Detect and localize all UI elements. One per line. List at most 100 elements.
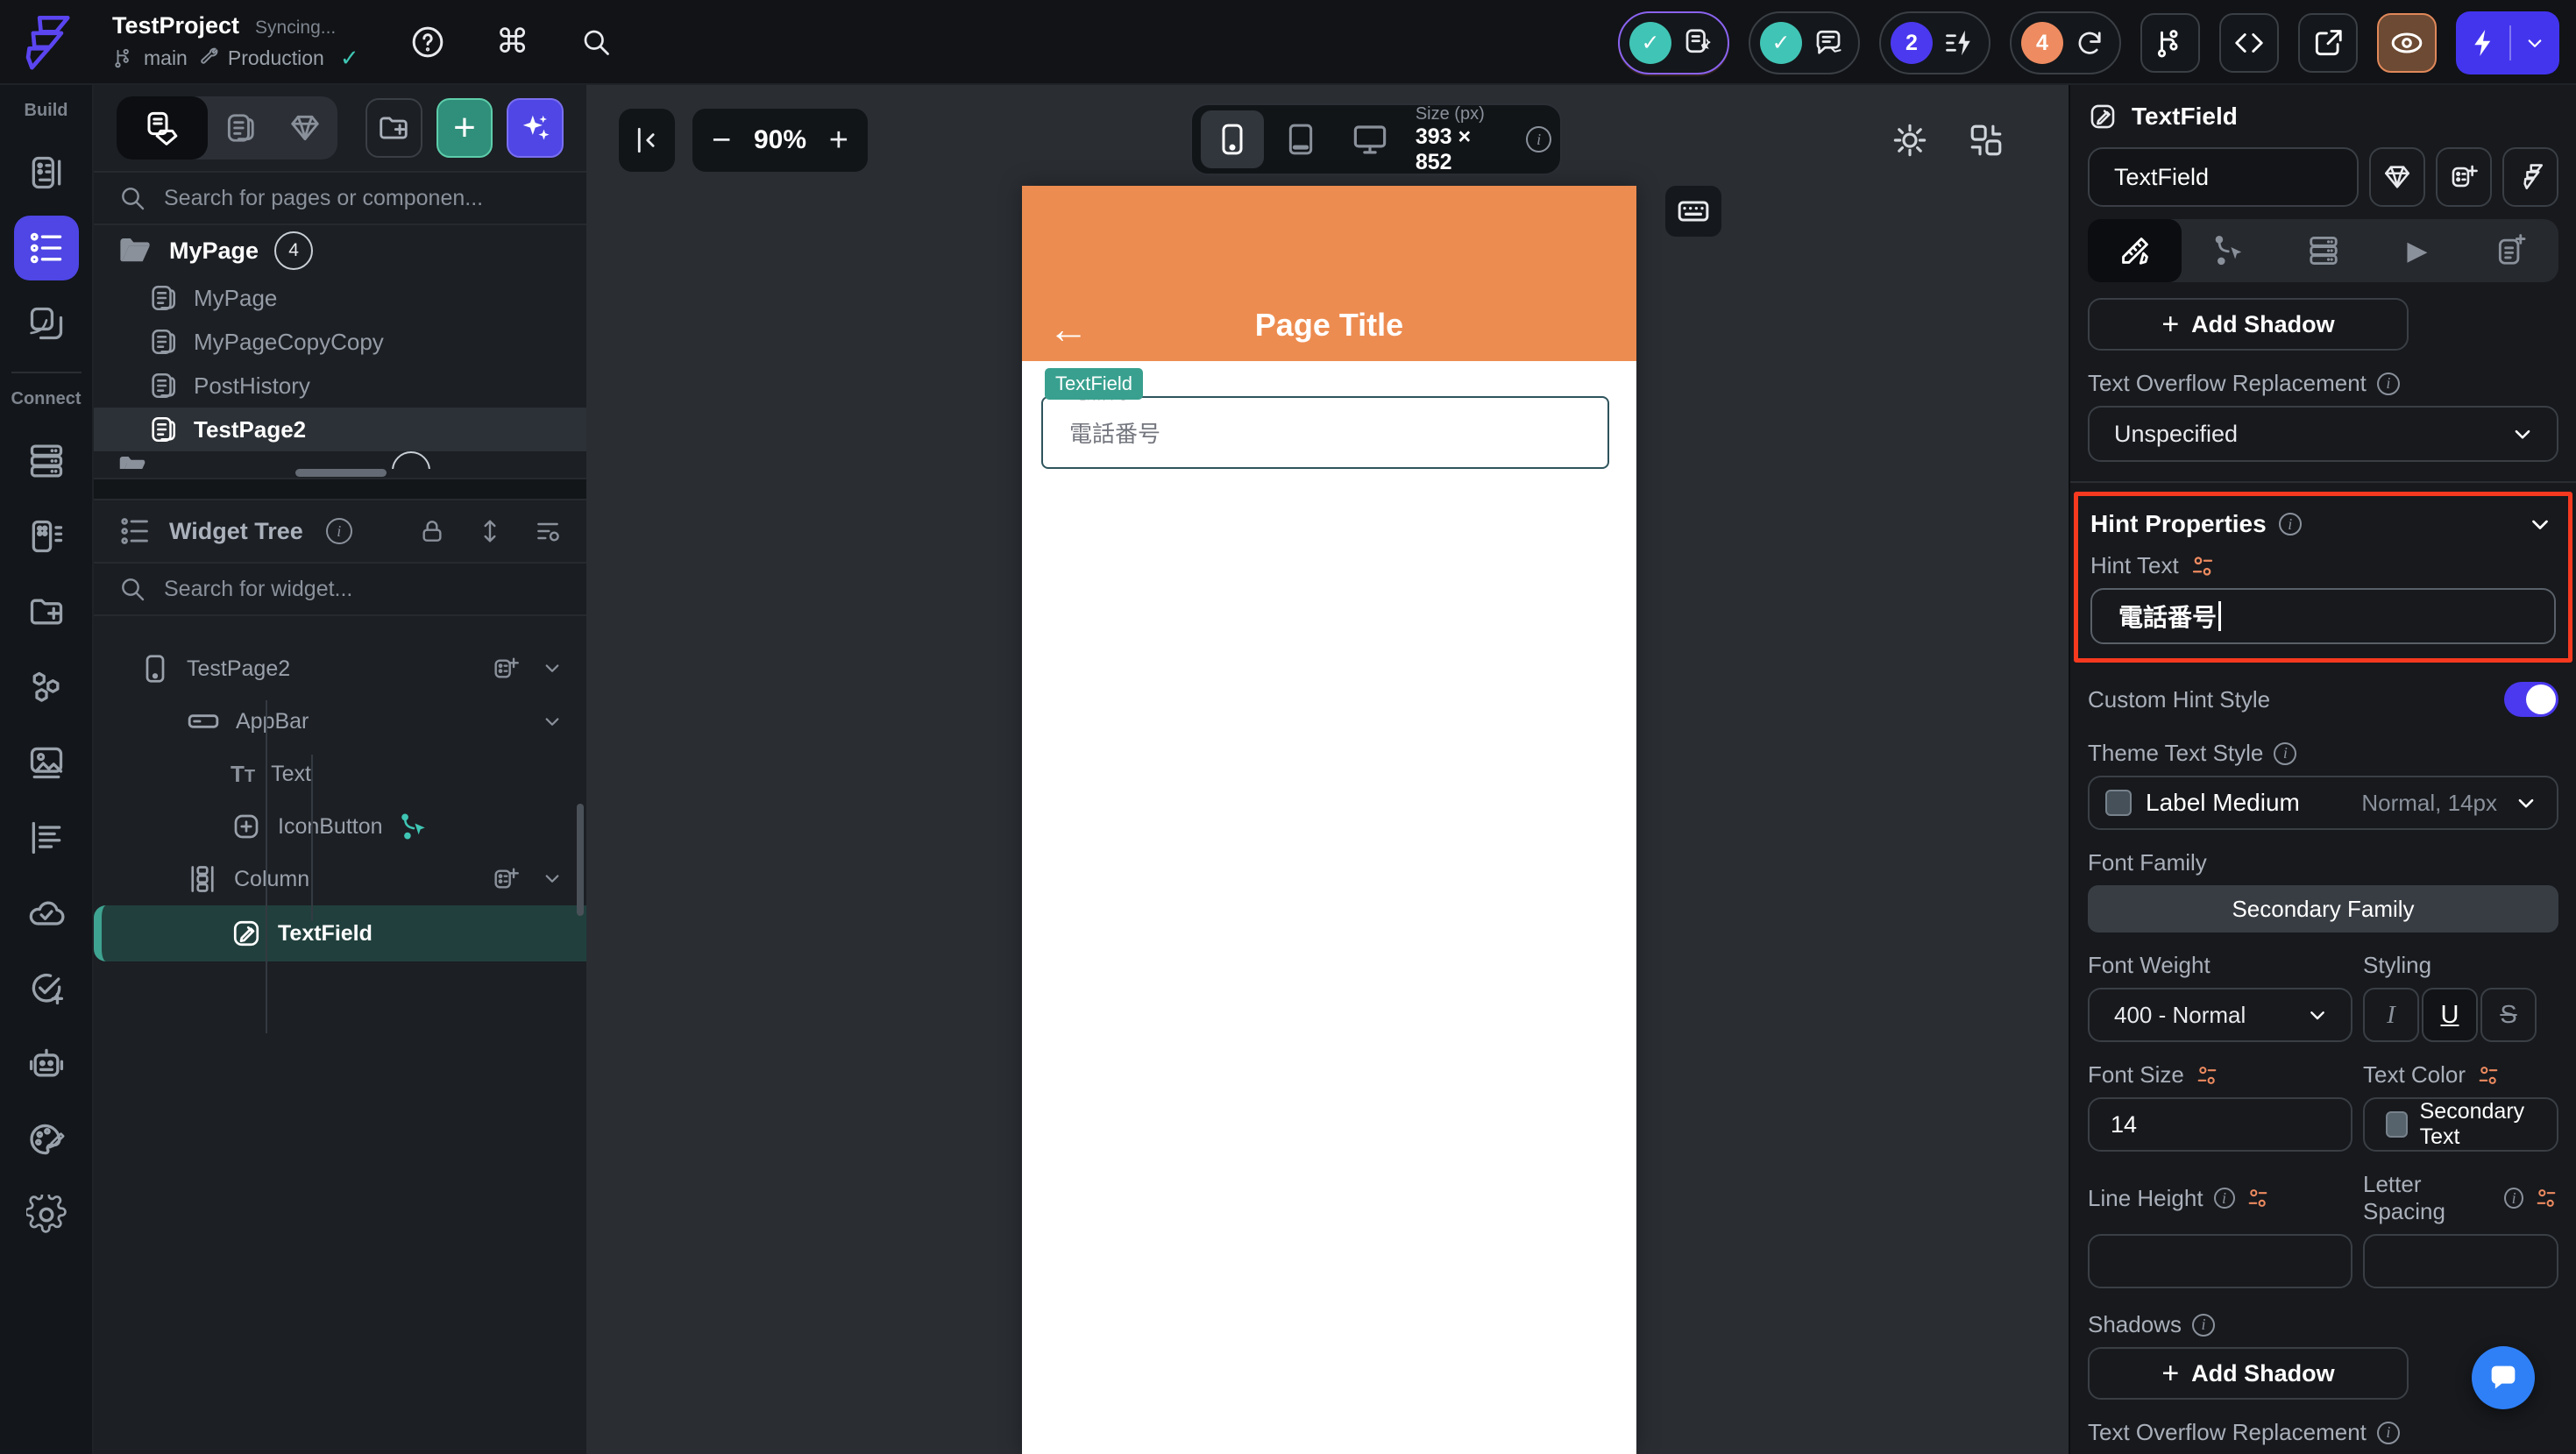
- widget-search-input[interactable]: [164, 576, 562, 602]
- set-from-variable-icon[interactable]: [2246, 1186, 2270, 1210]
- tab-actions[interactable]: [2182, 219, 2275, 282]
- rail-api-calls[interactable]: [14, 504, 79, 569]
- tree-node-appbar[interactable]: AppBar: [94, 695, 586, 748]
- info-icon[interactable]: i: [2376, 1421, 2400, 1444]
- folder-mypage[interactable]: MyPage 4: [94, 225, 586, 276]
- tab-pages-and-components[interactable]: [117, 96, 208, 160]
- flutterflow-logo[interactable]: [14, 11, 75, 74]
- rail-tests[interactable]: [14, 956, 79, 1021]
- tree-node-iconbutton[interactable]: IconButton: [94, 800, 586, 853]
- zoom-out-button[interactable]: −: [712, 124, 731, 157]
- run-button[interactable]: [2456, 11, 2559, 74]
- rail-media-assets[interactable]: [14, 730, 79, 795]
- add-shadow-button[interactable]: + Add Shadow: [2088, 298, 2409, 351]
- rail-widget-palette[interactable]: [14, 140, 79, 205]
- font-weight-dropdown[interactable]: 400 - Normal: [2088, 988, 2352, 1042]
- add-widget-icon[interactable]: [492, 865, 520, 893]
- preview-appbar[interactable]: ← Page Title: [1022, 186, 1636, 361]
- chevron-down-icon[interactable]: [539, 655, 565, 683]
- tree-node-column[interactable]: Column: [94, 853, 586, 905]
- tab-components[interactable]: [273, 96, 337, 160]
- branch-name[interactable]: main: [144, 46, 188, 70]
- text-overflow-dropdown[interactable]: Unspecified: [2088, 406, 2558, 462]
- chevron-down-icon[interactable]: [539, 865, 565, 893]
- preview-textfield[interactable]: 電話番号: [1041, 396, 1609, 469]
- project-health-badge[interactable]: ✓: [1618, 11, 1729, 74]
- font-size-input[interactable]: 14: [2088, 1097, 2352, 1152]
- branching-button[interactable]: [2140, 13, 2200, 73]
- add-widget-icon[interactable]: [492, 655, 520, 683]
- widget-tree-info-icon[interactable]: i: [325, 518, 352, 544]
- widget-name-input[interactable]: TextField: [2088, 147, 2359, 207]
- page-item-mypagecopycopy[interactable]: MyPageCopyCopy: [94, 320, 586, 364]
- add-folder-button[interactable]: [365, 98, 422, 158]
- convert-to-component-button[interactable]: [2369, 147, 2425, 207]
- rail-app-values[interactable]: [14, 805, 79, 870]
- info-icon[interactable]: i: [2274, 741, 2297, 765]
- rail-cloud-functions[interactable]: [14, 881, 79, 946]
- open-external-button[interactable]: [2298, 13, 2358, 73]
- action-attached-icon[interactable]: [399, 812, 429, 841]
- tab-animations[interactable]: ▶: [2370, 219, 2464, 282]
- comments-badge[interactable]: ✓: [1749, 11, 1860, 74]
- add-page-button[interactable]: +: [436, 98, 493, 158]
- info-icon[interactable]: i: [2213, 1188, 2235, 1209]
- project-name[interactable]: TestProject: [112, 12, 239, 39]
- info-icon[interactable]: i: [2376, 372, 2400, 395]
- custom-hint-style-toggle[interactable]: [2504, 682, 2558, 717]
- tree-node-text[interactable]: TT Text: [94, 748, 586, 800]
- rail-database[interactable]: [14, 429, 79, 493]
- strikethrough-button[interactable]: S: [2480, 988, 2537, 1042]
- keyboard-toggle-button[interactable]: [1665, 186, 1721, 237]
- ai-generate-page-button[interactable]: [507, 98, 564, 158]
- theme-mode-sun-icon[interactable]: [1891, 122, 1928, 159]
- flutterflow-docs-button[interactable]: [2502, 147, 2558, 207]
- device-phone-button[interactable]: [1201, 110, 1265, 168]
- help-button[interactable]: [410, 25, 445, 60]
- device-desktop-button[interactable]: [1338, 110, 1402, 168]
- canvas-area[interactable]: − 90% + Size (px) 393 × 852 i ← Page Tit…: [586, 85, 2069, 1454]
- page-item-testpage2-selected[interactable]: TestPage2: [94, 408, 586, 451]
- tree-node-textfield-selected[interactable]: TextField: [94, 905, 586, 961]
- add-shadow-button-2[interactable]: + Add Shadow: [2088, 1347, 2409, 1400]
- rail-theme[interactable]: [14, 1107, 79, 1172]
- tab-tests[interactable]: [2465, 219, 2558, 282]
- rail-ai-agent[interactable]: [14, 1032, 79, 1096]
- set-from-variable-icon[interactable]: [2534, 1186, 2558, 1210]
- text-color-selector[interactable]: Secondary Text: [2363, 1097, 2558, 1152]
- preview-button[interactable]: [2377, 13, 2437, 73]
- actions-badge[interactable]: 2: [1879, 11, 1991, 74]
- panel-vertical-scrollbar[interactable]: [577, 804, 584, 916]
- set-from-variable-icon[interactable]: [2476, 1063, 2501, 1088]
- tree-options-icon[interactable]: [534, 517, 562, 545]
- letter-spacing-input[interactable]: [2363, 1234, 2558, 1288]
- history-badge[interactable]: 4: [2010, 11, 2121, 74]
- collapse-panel-button[interactable]: [619, 109, 675, 172]
- support-chat-button[interactable]: [2472, 1346, 2535, 1409]
- environment-name[interactable]: Production: [228, 46, 324, 70]
- canvas-settings-icon[interactable]: [1968, 122, 2005, 159]
- search-button[interactable]: [580, 26, 612, 58]
- rail-page-selector-active[interactable]: [13, 216, 79, 280]
- info-icon[interactable]: i: [2191, 1313, 2215, 1337]
- line-height-input[interactable]: [2088, 1234, 2352, 1288]
- hint-text-input[interactable]: 電話番号: [2090, 588, 2556, 644]
- device-tablet-button[interactable]: [1269, 110, 1332, 168]
- page-item-posthistory[interactable]: PostHistory: [94, 364, 586, 408]
- theme-text-style-selector[interactable]: Label Medium Normal, 14px: [2088, 776, 2558, 830]
- tab-backend[interactable]: [2276, 219, 2370, 282]
- rail-files[interactable]: [14, 579, 79, 644]
- command-menu-button[interactable]: ⌘: [496, 25, 529, 59]
- tab-properties[interactable]: [2088, 219, 2182, 282]
- underline-button[interactable]: U: [2422, 988, 2478, 1042]
- rail-integrations[interactable]: [14, 655, 79, 720]
- rail-components[interactable]: [14, 291, 79, 356]
- font-family-button[interactable]: Secondary Family: [2088, 885, 2558, 933]
- zoom-in-button[interactable]: +: [829, 124, 848, 157]
- pages-horizontal-scrollbar[interactable]: [94, 469, 586, 478]
- size-info-icon[interactable]: i: [1526, 126, 1552, 152]
- italic-button[interactable]: I: [2363, 988, 2419, 1042]
- info-icon[interactable]: i: [2504, 1188, 2523, 1209]
- collapse-section-chevron-icon[interactable]: [2524, 508, 2556, 540]
- lock-icon[interactable]: [418, 517, 446, 545]
